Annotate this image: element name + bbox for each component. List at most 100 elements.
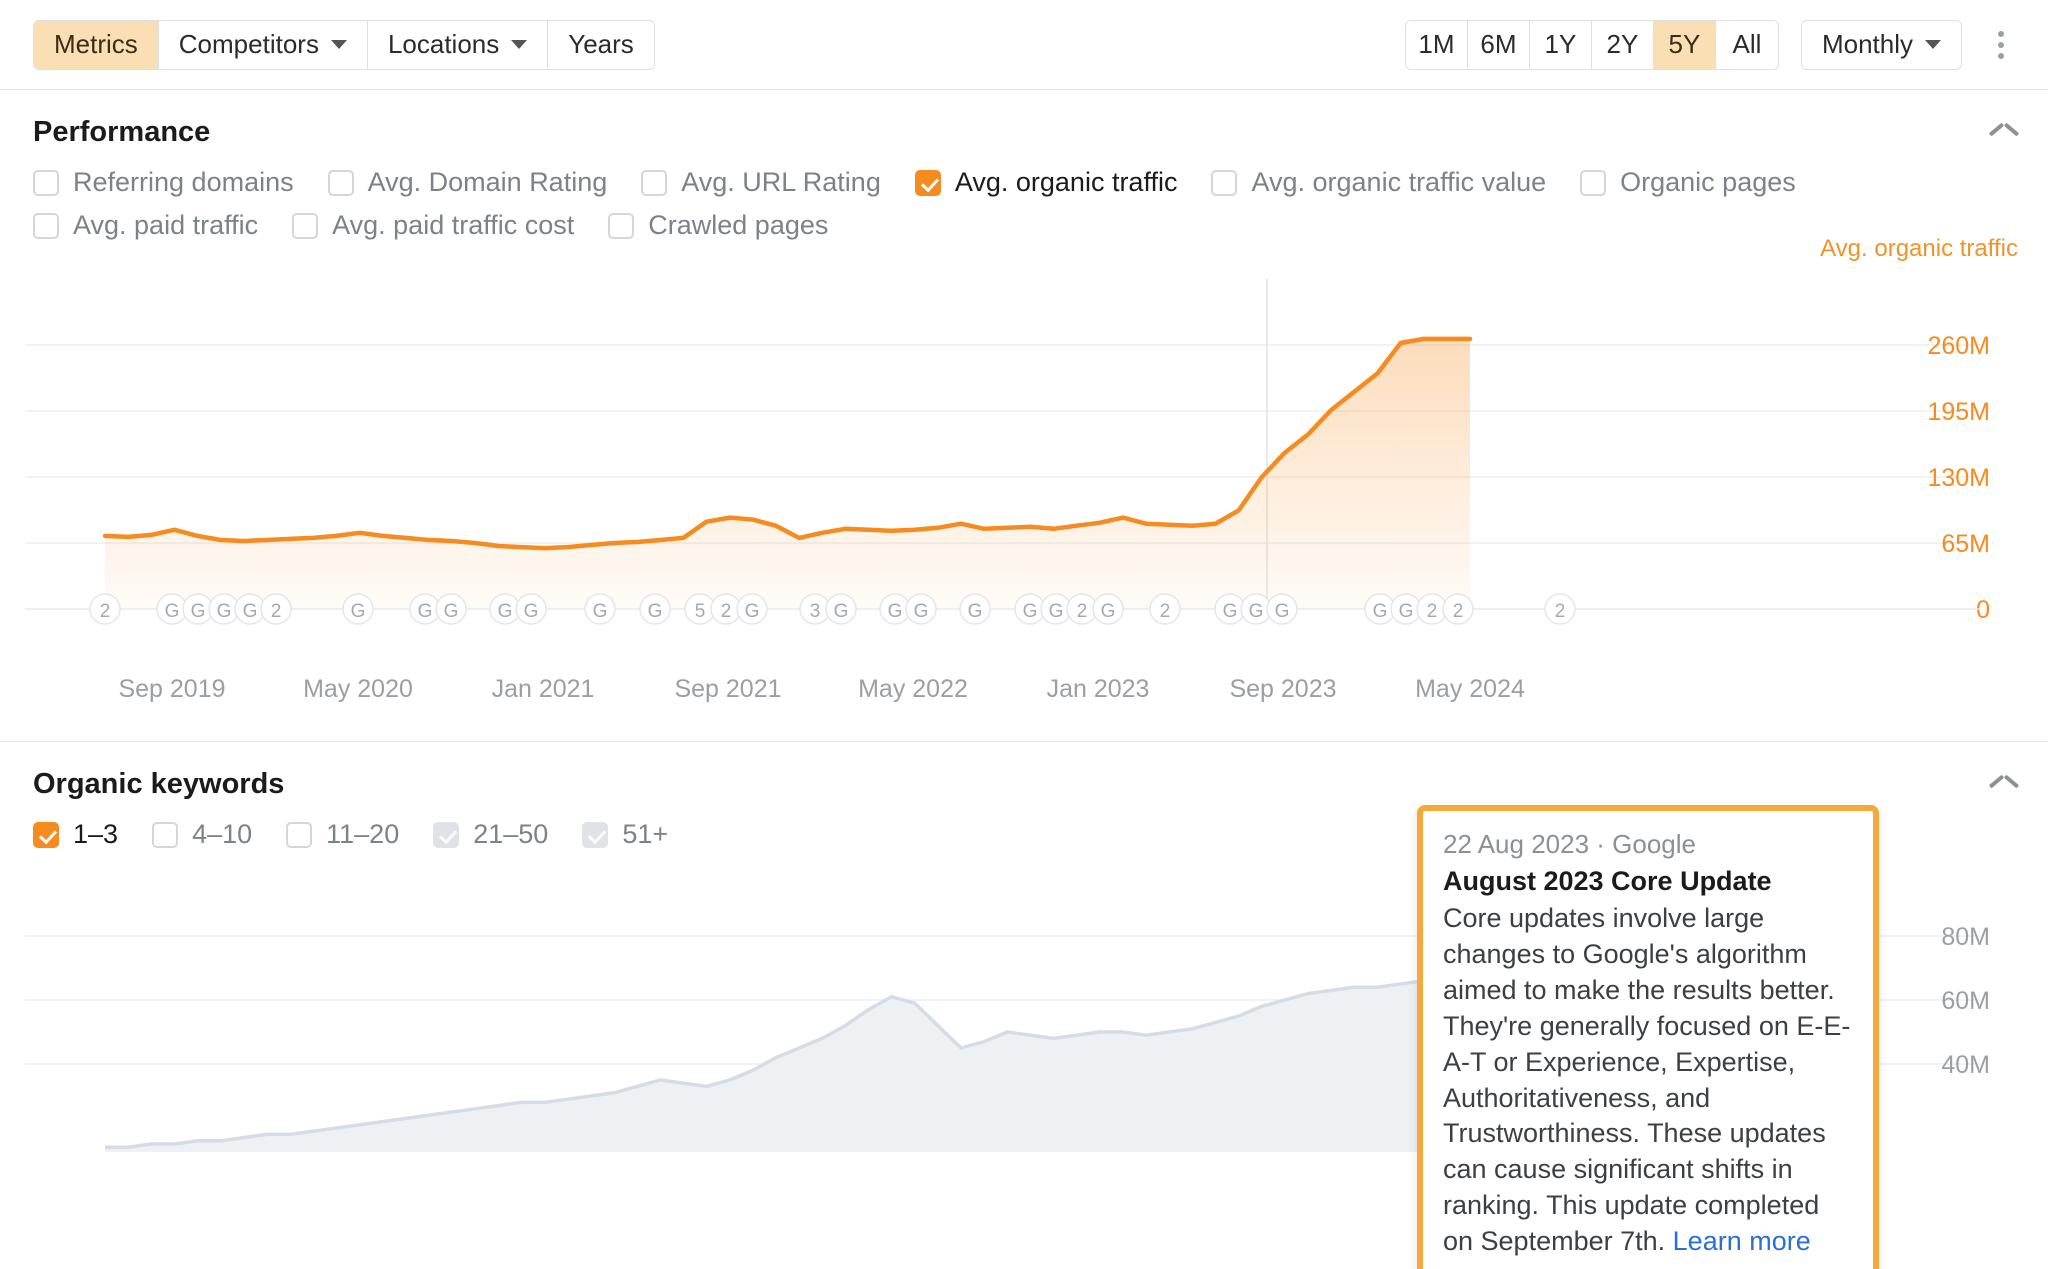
range-5y[interactable]: 5Y — [1653, 20, 1716, 69]
tab-competitors[interactable]: Competitors — [158, 20, 368, 69]
performance-section-header: Performance — [0, 90, 2048, 159]
chart-y-axis-labels: 260M 195M 130M 65M 0 — [1927, 332, 1990, 624]
update-marker[interactable]: G — [435, 593, 467, 625]
update-marker[interactable]: G — [1092, 593, 1124, 625]
tab-years-label: Years — [568, 29, 634, 59]
marker-glyph: G — [524, 601, 539, 622]
marker-glyph: G — [914, 601, 929, 622]
update-marker[interactable]: G — [515, 593, 547, 625]
checkbox-label: Avg. paid traffic — [73, 210, 259, 240]
checkbox-box[interactable] — [33, 169, 59, 196]
checkbox-avg-paid-traffic[interactable]: Avg. paid traffic — [33, 210, 258, 241]
marker-glyph: G — [1049, 601, 1064, 622]
checkbox-box[interactable] — [433, 821, 460, 848]
marker-glyph: G — [351, 601, 366, 622]
checkbox-box[interactable] — [33, 212, 59, 239]
update-marker[interactable]: 2 — [1442, 593, 1474, 625]
x-axis-tick-label: Sep 2023 — [1229, 675, 1337, 703]
annotation-tooltip[interactable]: 22 Aug 2023 · Google August 2023 Core Up… — [1417, 805, 1879, 1269]
checkbox-avg-paid-traffic-cost[interactable]: Avg. paid traffic cost — [292, 210, 574, 241]
range-6m[interactable]: 6M — [1467, 20, 1530, 69]
marker-glyph: G — [745, 601, 760, 622]
update-marker[interactable]: G — [905, 593, 937, 625]
checkbox-crawled-pages[interactable]: Crawled pages — [608, 210, 828, 241]
checkbox-avg-url-rating[interactable]: Avg. URL Rating — [641, 167, 881, 198]
update-marker[interactable]: G — [825, 593, 857, 625]
granularity-label: Monthly — [1821, 29, 1913, 59]
range-1y[interactable]: 1Y — [1529, 20, 1592, 69]
update-marker[interactable]: 2 — [1544, 593, 1576, 625]
checkbox-rank-51-plus[interactable]: 51+ — [582, 819, 668, 850]
checkbox-box[interactable] — [1580, 169, 1607, 196]
tab-metrics[interactable]: Metrics — [34, 20, 159, 69]
learn-more-link[interactable]: Learn more — [1673, 1226, 1811, 1256]
checkbox-label: 11–20 — [326, 819, 400, 849]
y-axis-tick-label: 195M — [1927, 398, 1990, 426]
checkbox-box[interactable] — [641, 169, 668, 196]
marker-glyph: 2 — [100, 601, 111, 622]
update-marker[interactable]: G — [639, 593, 671, 625]
metric-row-1: Referring domains Avg. Domain Rating Avg… — [33, 167, 2015, 198]
chevron-up-icon[interactable] — [1990, 125, 2018, 141]
checkbox-box[interactable] — [914, 169, 941, 196]
update-marker[interactable]: G — [584, 593, 616, 625]
checkbox-box[interactable] — [292, 212, 319, 239]
chart-gridlines — [25, 344, 1980, 544]
x-axis-tick-label: Jan 2021 — [491, 675, 595, 703]
checkbox-rank-1-3[interactable]: 1–3 — [33, 819, 118, 850]
chart2-y-axis-labels: 80M 60M 40M — [1941, 923, 1990, 1079]
performance-chart-svg[interactable]: 260M195M130M65M0 2GGGG2GGGGGGG52G3GGGGGG… — [0, 259, 2048, 679]
range-all[interactable]: All — [1715, 20, 1778, 69]
checkbox-box[interactable] — [286, 821, 313, 848]
checkbox-box[interactable] — [582, 821, 609, 848]
checkbox-box[interactable] — [327, 169, 354, 196]
range-1m[interactable]: 1M — [1405, 20, 1468, 69]
checkbox-label: 4–10 — [192, 819, 253, 849]
marker-glyph: G — [1275, 601, 1290, 622]
update-marker[interactable]: G — [959, 593, 991, 625]
checkbox-rank-21-50[interactable]: 21–50 — [433, 819, 548, 850]
range-2y[interactable]: 2Y — [1591, 20, 1654, 69]
update-marker[interactable]: G — [342, 593, 374, 625]
marker-glyph: 2 — [1077, 601, 1088, 622]
update-marker[interactable]: G — [1266, 593, 1298, 625]
performance-metric-filters: Referring domains Avg. Domain Rating Avg… — [0, 159, 2048, 241]
checkbox-label: Avg. organic traffic — [954, 167, 1178, 197]
checkbox-box[interactable] — [152, 821, 179, 848]
top-toolbar: Metrics Competitors Locations Years 1M 6… — [0, 0, 2048, 90]
checkbox-rank-11-20[interactable]: 11–20 — [286, 819, 399, 850]
checkbox-avg-organic-traffic-value[interactable]: Avg. organic traffic value — [1211, 167, 1546, 198]
performance-chart[interactable]: Avg. organic traffic 260M 195M 130M 65M 0 2G… — [0, 235, 2048, 715]
marker-glyph: G — [498, 601, 513, 622]
update-marker[interactable]: 2 — [1149, 593, 1181, 625]
chevron-up-icon[interactable] — [1990, 777, 2018, 793]
checkbox-avg-domain-rating[interactable]: Avg. Domain Rating — [327, 167, 607, 198]
granularity-select[interactable]: Monthly — [1801, 20, 1961, 69]
tab-locations-label: Locations — [387, 29, 500, 59]
checkbox-box[interactable] — [1211, 169, 1238, 196]
update-marker[interactable]: 2 — [260, 593, 292, 625]
marker-glyph: G — [1223, 601, 1238, 622]
kebab-menu-icon[interactable] — [1984, 20, 2018, 70]
update-marker[interactable]: G — [736, 593, 768, 625]
checkbox-rank-4-10[interactable]: 4–10 — [152, 819, 252, 850]
marker-glyph: 5 — [695, 601, 706, 622]
date-range-group: 1M 6M 1Y 2Y 5Y All — [1404, 19, 1779, 70]
checkbox-box[interactable] — [33, 821, 59, 848]
checkbox-avg-organic-traffic[interactable]: Avg. organic traffic — [914, 167, 1178, 198]
marker-glyph: 2 — [1427, 601, 1438, 622]
checkbox-box[interactable] — [608, 212, 635, 239]
checkbox-label: 21–50 — [473, 819, 549, 849]
app-root: Metrics Competitors Locations Years 1M 6… — [0, 0, 2048, 1269]
marker-glyph: G — [593, 601, 608, 622]
checkbox-organic-pages[interactable]: Organic pages — [1580, 167, 1796, 198]
toolbar-right-group: 1M 6M 1Y 2Y 5Y All Monthly — [1404, 19, 2018, 70]
tab-locations[interactable]: Locations — [367, 20, 549, 69]
checkbox-referring-domains[interactable]: Referring domains — [33, 167, 294, 198]
checkbox-label: Crawled pages — [648, 210, 829, 240]
chevron-down-icon — [1925, 40, 1941, 49]
update-marker[interactable]: 2 — [89, 593, 121, 625]
performance-title: Performance — [33, 116, 211, 148]
y-axis-tick-label: 60M — [1941, 987, 1990, 1015]
tab-years[interactable]: Years — [548, 20, 654, 69]
